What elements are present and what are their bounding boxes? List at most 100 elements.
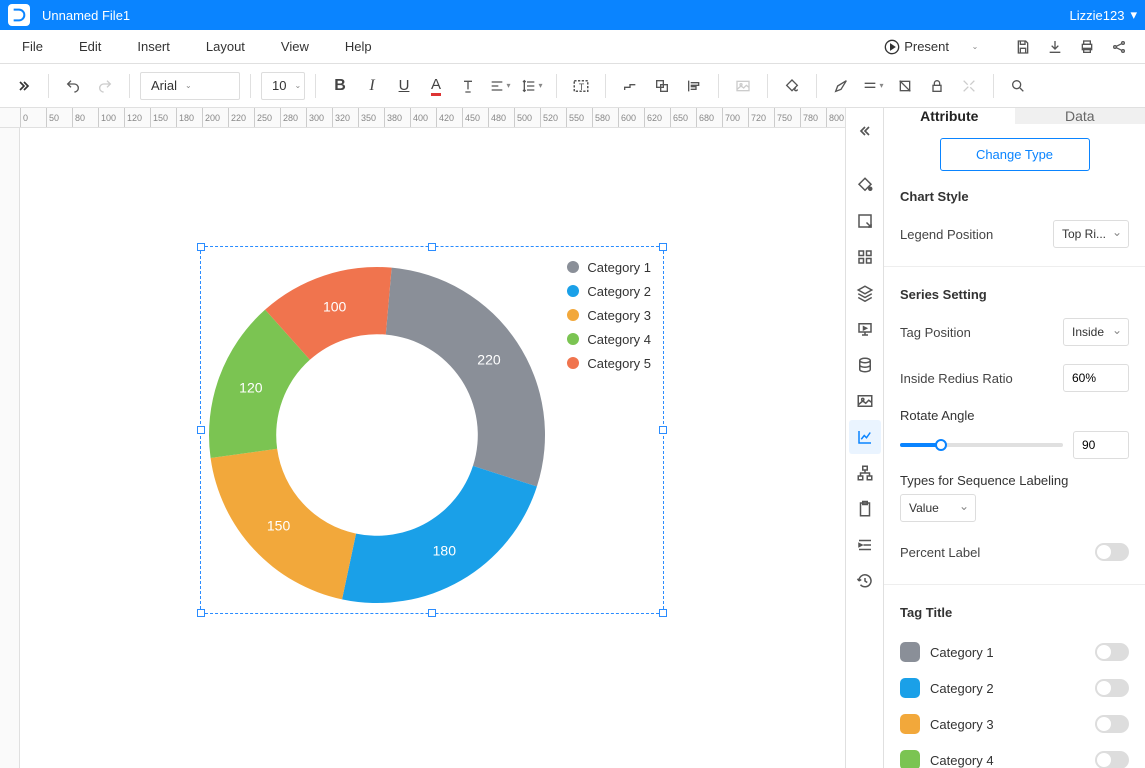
history-tool-icon[interactable]	[849, 564, 881, 598]
connector-icon[interactable]	[616, 72, 644, 100]
line-spacing-icon[interactable]: ▾	[518, 72, 546, 100]
inside-radius-input[interactable]	[1063, 364, 1129, 392]
ruler-tick: 50	[46, 108, 59, 127]
ruler-tick: 720	[748, 108, 766, 127]
ruler-tick: 120	[124, 108, 142, 127]
print-icon[interactable]	[1075, 35, 1099, 59]
download-icon[interactable]	[1043, 35, 1067, 59]
tag-row: Category 4	[900, 742, 1129, 768]
resize-handle-ml[interactable]	[197, 426, 205, 434]
legend-swatch	[567, 309, 579, 321]
redo-icon[interactable]	[91, 72, 119, 100]
undo-icon[interactable]	[59, 72, 87, 100]
ruler-tick: 250	[254, 108, 272, 127]
menu-insert[interactable]: Insert	[119, 30, 188, 63]
fill-tool-icon[interactable]	[849, 168, 881, 202]
ruler-tick: 80	[72, 108, 85, 127]
search-icon[interactable]	[1004, 72, 1032, 100]
menu-layout[interactable]: Layout	[188, 30, 263, 63]
tag-toggle[interactable]	[1095, 715, 1129, 733]
side-tool-strip	[845, 108, 883, 768]
bold-icon[interactable]: B	[326, 72, 354, 100]
image-tool-icon[interactable]	[849, 384, 881, 418]
types-seq-select[interactable]: Value	[900, 494, 976, 522]
style-dropdown-icon[interactable]: ▾	[859, 72, 887, 100]
types-seq-label: Types for Sequence Labeling	[900, 473, 1129, 488]
tab-attribute[interactable]: Attribute	[884, 108, 1015, 124]
percent-label-toggle[interactable]	[1095, 543, 1129, 561]
ruler-tick: 280	[280, 108, 298, 127]
menu-edit[interactable]: Edit	[61, 30, 119, 63]
menu-help[interactable]: Help	[327, 30, 390, 63]
clear-format-icon[interactable]	[454, 72, 482, 100]
share-icon[interactable]	[1107, 35, 1131, 59]
ruler-tick: 220	[228, 108, 246, 127]
series-setting-heading: Series Setting	[900, 287, 1129, 302]
tag-row: Category 2	[900, 670, 1129, 706]
font-color-icon[interactable]: A	[422, 72, 450, 100]
collapse-panel-icon[interactable]	[849, 114, 881, 148]
rotate-angle-input[interactable]	[1073, 431, 1129, 459]
ruler-tick: 450	[462, 108, 480, 127]
align-left-icon[interactable]	[680, 72, 708, 100]
present-dropdown[interactable]: ⌄	[963, 35, 987, 59]
layers-tool-icon[interactable]	[849, 276, 881, 310]
chart-legend: Category 1Category 2Category 3Category 4…	[567, 255, 651, 375]
tag-swatch	[900, 714, 920, 734]
font-size-select[interactable]: 10⌄	[261, 72, 305, 100]
resize-handle-bl[interactable]	[197, 609, 205, 617]
save-icon[interactable]	[1011, 35, 1035, 59]
hierarchy-tool-icon[interactable]	[849, 456, 881, 490]
chart-selection[interactable]: 220180150120100 Category 1Category 2Cate…	[200, 246, 664, 614]
lock-icon[interactable]	[923, 72, 951, 100]
tag-position-select[interactable]: Inside	[1063, 318, 1129, 346]
tag-toggle[interactable]	[1095, 643, 1129, 661]
expand-icon[interactable]	[10, 72, 38, 100]
ruler-tick: 400	[410, 108, 428, 127]
chart-tool-icon[interactable]	[849, 420, 881, 454]
crop-icon[interactable]	[891, 72, 919, 100]
rotate-angle-slider[interactable]	[900, 443, 1063, 447]
legend-position-select[interactable]: Top Ri...	[1053, 220, 1129, 248]
resize-handle-bm[interactable]	[428, 609, 436, 617]
italic-icon[interactable]: I	[358, 72, 386, 100]
ruler-tick: 380	[384, 108, 402, 127]
textbox-icon[interactable]: T	[567, 72, 595, 100]
present-button[interactable]: Present	[878, 35, 955, 59]
ruler-tick: 780	[800, 108, 818, 127]
menu-view[interactable]: View	[263, 30, 327, 63]
tools-icon[interactable]	[955, 72, 983, 100]
clipboard-tool-icon[interactable]	[849, 492, 881, 526]
presentation-tool-icon[interactable]	[849, 312, 881, 346]
tag-toggle[interactable]	[1095, 679, 1129, 697]
title-bar: Unnamed File1 Lizzie123 ▾	[0, 0, 1145, 30]
overlap-icon[interactable]	[648, 72, 676, 100]
resize-handle-tm[interactable]	[428, 243, 436, 251]
fill-icon[interactable]	[778, 72, 806, 100]
indent-tool-icon[interactable]	[849, 528, 881, 562]
legend-label: Category 2	[587, 284, 651, 299]
grid-tool-icon[interactable]	[849, 240, 881, 274]
resize-handle-tr[interactable]	[659, 243, 667, 251]
canvas[interactable]: 220180150120100 Category 1Category 2Cate…	[20, 128, 845, 768]
shape-tool-icon[interactable]	[849, 204, 881, 238]
ruler-tick: 180	[176, 108, 194, 127]
user-menu[interactable]: Lizzie123 ▾	[1070, 7, 1137, 23]
menu-file[interactable]: File	[4, 30, 61, 63]
change-type-button[interactable]: Change Type	[940, 138, 1090, 171]
image-insert-icon[interactable]	[729, 72, 757, 100]
formatting-toolbar: Arial⌄ 10⌄ B I U A ▾ ▾ T ▾	[0, 64, 1145, 108]
font-family-select[interactable]: Arial⌄	[140, 72, 240, 100]
tag-toggle[interactable]	[1095, 751, 1129, 768]
legend-label: Category 4	[587, 332, 651, 347]
data-tool-icon[interactable]	[849, 348, 881, 382]
underline-icon[interactable]: U	[390, 72, 418, 100]
tab-data[interactable]: Data	[1015, 108, 1145, 124]
resize-handle-mr[interactable]	[659, 426, 667, 434]
resize-handle-tl[interactable]	[197, 243, 205, 251]
align-icon[interactable]: ▾	[486, 72, 514, 100]
legend-swatch	[567, 357, 579, 369]
brush-icon[interactable]	[827, 72, 855, 100]
resize-handle-br[interactable]	[659, 609, 667, 617]
properties-panel: Attribute Data Change Type Chart Style L…	[883, 108, 1145, 768]
